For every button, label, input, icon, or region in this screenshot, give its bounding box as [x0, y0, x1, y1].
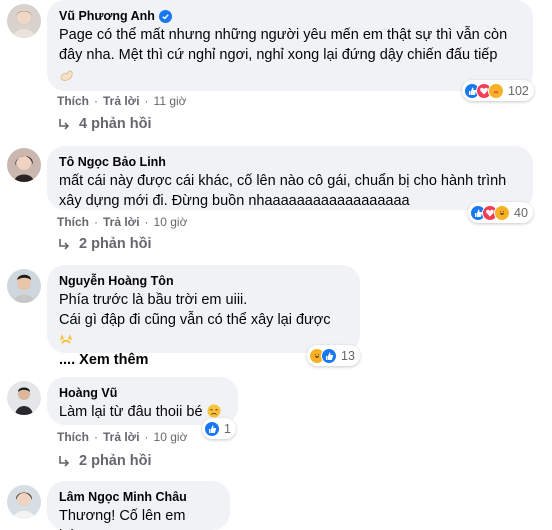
author-name[interactable]: Hoàng Vũ: [59, 385, 117, 401]
reply-button[interactable]: Trả lời: [103, 215, 140, 229]
reaction-count: 102: [508, 83, 529, 98]
comment-bubble: Vũ Phương Anh Page có thể mất nhưng nhữn…: [47, 0, 533, 91]
verified-badge-icon: [158, 9, 172, 23]
author-name[interactable]: Tô Ngọc Bảo Linh: [59, 154, 166, 170]
comment-text: Phía trước là bầu trời em uiii. Cái gì đ…: [59, 291, 348, 350]
avatar[interactable]: [7, 485, 41, 519]
comment-bubble: Nguyễn Hoàng Tôn Phía trước là bầu trời …: [47, 265, 360, 368]
reaction-summary[interactable]: 40: [468, 202, 533, 223]
reply-arrow-icon: [59, 455, 70, 467]
comment-text-body: Làm lại từ đâu thoii bé: [59, 404, 203, 420]
comment-text: Làm lại từ đâu thoii bé: [59, 403, 226, 423]
reaction-summary[interactable]: 102: [462, 80, 534, 101]
raised-hands-emoji-icon: [59, 331, 73, 345]
like-reaction-icon: [204, 420, 220, 437]
reaction-count: 1: [224, 421, 231, 436]
like-button[interactable]: Thích: [57, 430, 89, 444]
author-name[interactable]: Nguyễn Hoàng Tôn: [59, 273, 174, 289]
comment-author[interactable]: Hoàng Vũ: [59, 385, 226, 401]
replies-count[interactable]: 2 phản hồi: [79, 236, 152, 252]
author-name[interactable]: Vũ Phương Anh: [59, 8, 155, 24]
comment-text-body: Phía trước là bầu trời em uiii. Cái gì đ…: [59, 292, 331, 328]
reaction-count: 13: [341, 348, 355, 363]
comment-actions: Thích · Trả lời · 10 giờ: [57, 215, 188, 229]
comment-actions: Thích · Trả lời · 10 giờ: [57, 430, 188, 444]
avatar[interactable]: [7, 381, 41, 415]
comment-author[interactable]: Nguyễn Hoàng Tôn: [59, 273, 348, 289]
reply-button[interactable]: Trả lời: [103, 430, 140, 444]
avatar[interactable]: [7, 269, 41, 303]
reply-arrow-icon: [59, 238, 70, 250]
comment-bubble: Lâm Ngọc Minh Châu Thương! Cố lên em bé!…: [47, 481, 230, 530]
like-button[interactable]: Thích: [57, 215, 89, 229]
comment-author[interactable]: Lâm Ngọc Minh Châu: [59, 489, 218, 505]
comment-text: mất cái này được cái khác, cố lên nào cô…: [59, 173, 507, 209]
disappointed-emoji-icon: [207, 404, 221, 418]
timestamp[interactable]: 10 giờ: [154, 215, 188, 229]
like-reaction-icon: [321, 347, 337, 364]
comment-author[interactable]: Vũ Phương Anh: [59, 8, 521, 24]
reaction-summary[interactable]: 1: [202, 418, 236, 439]
replies-count[interactable]: 2 phản hồi: [79, 453, 152, 469]
reply-button[interactable]: Trả lời: [103, 94, 140, 108]
muscle-emoji-icon: [59, 68, 521, 87]
replies-count[interactable]: 4 phản hồi: [79, 116, 152, 132]
comment-bubble: Tô Ngọc Bảo Linh mất cái này được cái kh…: [47, 146, 533, 210]
reaction-summary[interactable]: 13: [307, 345, 360, 366]
comment-text: Page có thể mất nhưng những người yêu mế…: [59, 27, 508, 63]
comment-author[interactable]: Tô Ngọc Bảo Linh: [59, 154, 521, 170]
view-replies-link[interactable]: 2 phản hồi: [57, 236, 152, 252]
view-replies-link[interactable]: 2 phản hồi: [57, 453, 152, 469]
care-reaction-icon: [488, 82, 504, 99]
see-more-link[interactable]: .... Xem thêm: [59, 351, 348, 370]
author-name[interactable]: Lâm Ngọc Minh Châu: [59, 489, 187, 505]
timestamp[interactable]: 10 giờ: [154, 430, 188, 444]
like-button[interactable]: Thích: [57, 94, 89, 108]
view-replies-link[interactable]: 4 phản hồi: [57, 116, 152, 132]
comment-actions: Thích · Trả lời · 11 giờ: [57, 94, 187, 108]
reply-arrow-icon: [59, 118, 70, 130]
avatar[interactable]: [7, 4, 41, 38]
avatar[interactable]: [7, 148, 41, 182]
timestamp[interactable]: 11 giờ: [154, 94, 187, 108]
reaction-count: 40: [514, 205, 528, 220]
haha-reaction-icon: [494, 204, 510, 221]
comment-text: Thương! Cố lên em bé!...: [59, 508, 186, 530]
